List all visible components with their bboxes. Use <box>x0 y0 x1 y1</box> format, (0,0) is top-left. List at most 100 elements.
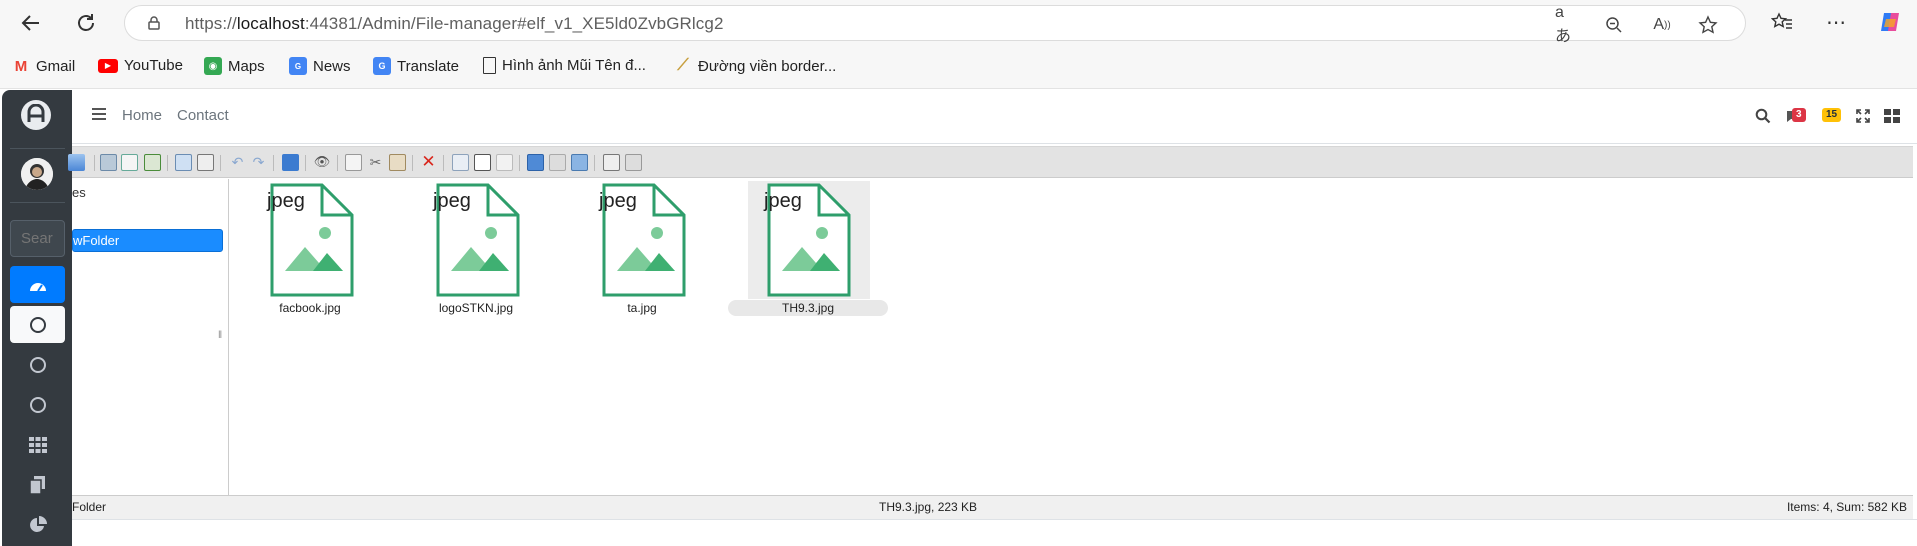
back-toolbar-icon[interactable] <box>68 154 85 171</box>
download-icon[interactable] <box>197 154 214 171</box>
info-icon[interactable] <box>282 154 299 171</box>
back-icon[interactable] <box>16 8 46 38</box>
open-icon[interactable] <box>175 154 192 171</box>
preview-eye-icon[interactable]: 👁 <box>312 154 332 171</box>
circle-icon <box>29 396 46 413</box>
status-summary: Items: 4, Sum: 582 KB <box>1786 500 1907 514</box>
nav-home-link[interactable]: Home <box>122 107 162 124</box>
sidebar-search-input[interactable] <box>10 220 65 257</box>
search-icon[interactable] <box>1752 105 1774 127</box>
favorite-star-icon[interactable] <box>1697 14 1719 36</box>
sidebar-item-grid[interactable] <box>10 426 65 463</box>
lock-icon[interactable] <box>147 16 161 30</box>
file-item-selected[interactable]: jpeg TH9.3.jpg <box>728 181 888 316</box>
toolbar-separator <box>94 155 95 171</box>
file-thumbnail[interactable]: jpeg <box>431 181 525 299</box>
more-icon[interactable]: ⋯ <box>1822 8 1850 36</box>
paste-icon[interactable] <box>389 154 406 171</box>
sidebar-divider <box>10 202 65 203</box>
bookmark-label: News <box>313 57 351 75</box>
page-icon <box>483 57 496 74</box>
favorites-icon[interactable] <box>1768 8 1796 36</box>
bookmark-arrow-images[interactable]: Hình ảnh Mũi Tên đ... <box>483 57 646 74</box>
bookmark-youtube[interactable]: ▶ YouTube <box>98 57 183 74</box>
home-folder-icon[interactable] <box>100 154 117 171</box>
bookmark-label: Translate <box>397 57 459 75</box>
url-prefix: https:// <box>185 14 237 33</box>
file-thumbnail[interactable]: jpeg <box>597 181 691 299</box>
copilot-icon[interactable] <box>1876 8 1904 36</box>
rename-icon[interactable] <box>474 154 491 171</box>
file-name[interactable]: facbook.jpg <box>230 300 390 316</box>
address-bar[interactable]: https://localhost:44381/Admin/File-manag… <box>124 4 1746 45</box>
bookmark-border[interactable]: ⟋ Đường viền border... <box>674 57 836 75</box>
bookmark-gmail[interactable]: M Gmail <box>12 57 75 75</box>
nav-root-folder[interactable]: es <box>72 185 86 200</box>
upload-icon[interactable] <box>144 154 161 171</box>
circle-icon <box>29 316 46 333</box>
notifications-badge: 15 <box>1822 108 1842 122</box>
bookmark-translate[interactable]: G Translate <box>373 57 459 75</box>
file-name[interactable]: logoSTKN.jpg <box>396 300 556 316</box>
file-item[interactable]: jpeg facbook.jpg <box>230 181 390 316</box>
status-path[interactable]: Folder <box>72 496 106 518</box>
edit-icon[interactable] <box>496 154 513 171</box>
nav-contact-link[interactable]: Contact <box>177 107 229 124</box>
file-type-label: jpeg <box>432 190 471 212</box>
archive-icon[interactable] <box>549 154 566 171</box>
copy-icon <box>29 475 45 494</box>
sidebar-item-1[interactable] <box>10 306 65 343</box>
sidebar-item-2[interactable] <box>10 346 65 383</box>
file-thumbnail[interactable]: jpeg <box>265 181 359 299</box>
jpeg-file-icon: jpeg <box>763 183 851 297</box>
menu-toggle-icon[interactable] <box>92 108 106 120</box>
navbar-resize-handle[interactable]: ‖ <box>218 330 222 341</box>
toolbar-separator <box>443 155 444 171</box>
elfinder-toolbar: ↶ ↷ 👁 ✂ ✕ <box>68 146 1913 178</box>
toolbar-separator <box>412 155 413 171</box>
jpeg-file-icon: jpeg <box>266 183 354 297</box>
copy-toolbar-icon[interactable] <box>345 154 362 171</box>
help-icon[interactable] <box>625 154 642 171</box>
immersive-reader-icon[interactable]: A)) <box>1651 14 1673 36</box>
file-name[interactable]: TH9.3.jpg <box>728 300 888 316</box>
sidebar-item-dashboard[interactable] <box>10 266 65 303</box>
sidebar-item-chart[interactable] <box>10 506 65 543</box>
extract-icon[interactable] <box>527 154 544 171</box>
avatar[interactable] <box>21 158 53 190</box>
view-list-icon[interactable] <box>603 154 620 171</box>
url-text[interactable]: https://localhost:44381/Admin/File-manag… <box>185 14 724 34</box>
news-icon: G <box>289 57 307 75</box>
jpeg-file-icon: jpeg <box>432 183 520 297</box>
control-sidebar-icon[interactable] <box>1881 105 1903 127</box>
undo-icon[interactable]: ↶ <box>229 154 246 171</box>
sidebar-item-3[interactable] <box>10 386 65 423</box>
read-aloud-icon[interactable]: aあ <box>1555 4 1577 45</box>
toolbar-separator <box>519 155 520 171</box>
file-type-label: jpeg <box>266 190 305 212</box>
sidebar-divider <box>10 148 65 149</box>
cut-icon[interactable]: ✂ <box>367 154 384 171</box>
toolbar-separator <box>273 155 274 171</box>
file-item[interactable]: jpeg ta.jpg <box>562 181 722 316</box>
resize-image-icon[interactable] <box>571 154 588 171</box>
browser-toolbar: https://localhost:44381/Admin/File-manag… <box>0 0 1917 45</box>
grid-icon <box>28 436 47 453</box>
bookmark-news[interactable]: G News <box>289 57 351 75</box>
file-name[interactable]: ta.jpg <box>562 300 722 316</box>
toolbar-separator <box>594 155 595 171</box>
new-file-icon[interactable] <box>121 154 138 171</box>
delete-icon[interactable]: ✕ <box>420 153 437 171</box>
fullscreen-icon[interactable] <box>1852 105 1874 127</box>
zoom-icon[interactable] <box>1603 14 1625 36</box>
brand-logo-icon[interactable] <box>21 100 51 130</box>
file-item[interactable]: jpeg logoSTKN.jpg <box>396 181 556 316</box>
file-thumbnail[interactable]: jpeg <box>748 181 870 299</box>
nav-folder-selected[interactable]: wFolder <box>72 229 223 252</box>
sidebar-item-copy[interactable] <box>10 466 65 503</box>
bookmark-maps[interactable]: ◉ Maps <box>204 57 265 75</box>
reload-icon[interactable] <box>71 8 101 38</box>
duplicate-icon[interactable] <box>452 154 469 171</box>
bookmark-label: Hình ảnh Mũi Tên đ... <box>502 57 646 74</box>
redo-icon[interactable]: ↷ <box>250 154 267 171</box>
